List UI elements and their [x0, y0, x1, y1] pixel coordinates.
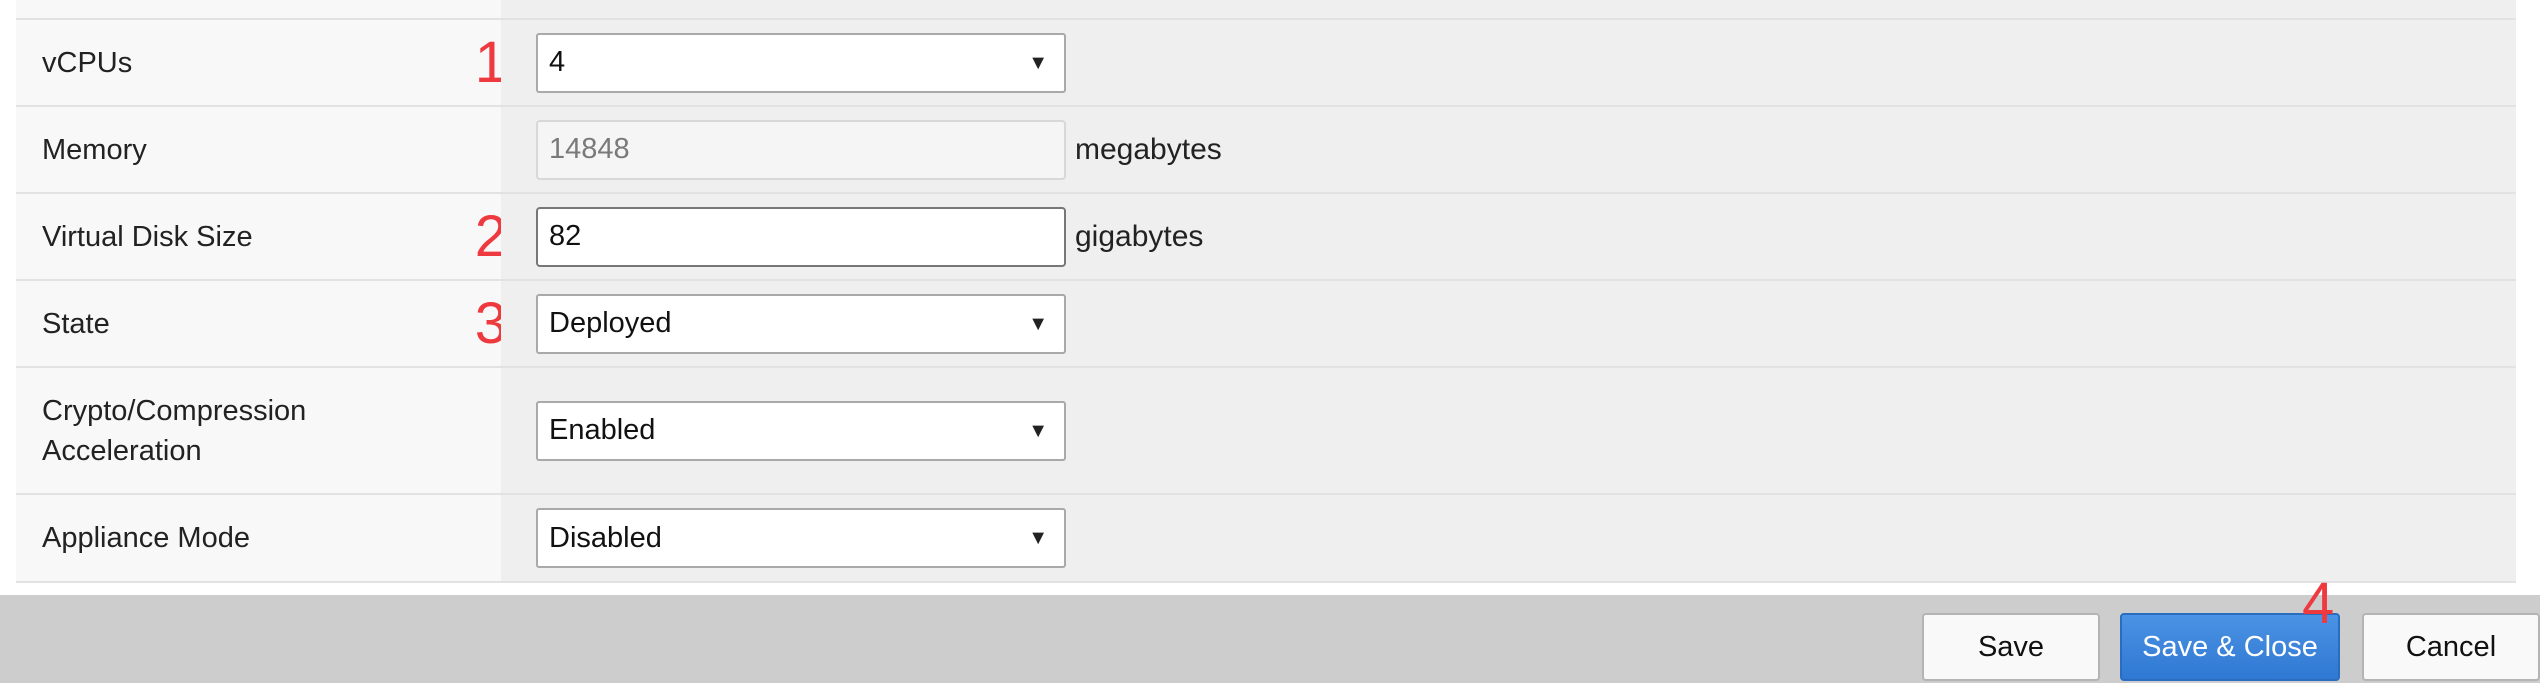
vcpus-select[interactable]: 4 ▼ [536, 32, 1066, 93]
dropdown-arrow-icon: ▼ [1028, 51, 1048, 74]
crypto-selected-value: Enabled [549, 414, 656, 446]
virtual-disk-size-label: Virtual Disk Size [42, 220, 253, 253]
value-cell: Disabled ▼ [501, 495, 2516, 581]
state-select[interactable]: Deployed ▼ [536, 293, 1066, 354]
crypto-compression-acceleration-label: Crypto/Compression Acceleration [42, 391, 362, 471]
value-cell: gigabytes [501, 194, 2516, 279]
label-cell: Crypto/Compression Acceleration [16, 368, 501, 493]
table-row-state: State 3 Deployed ▼ [16, 281, 2516, 368]
settings-form: vCPUs 1 4 ▼ Memory megabytes Virt [0, 0, 2540, 595]
virtual-disk-size-unit: gigabytes [1075, 219, 1204, 253]
save-button[interactable]: Save [1922, 613, 2100, 681]
dropdown-arrow-icon: ▼ [1028, 527, 1048, 549]
dropdown-arrow-icon: ▼ [1028, 312, 1048, 335]
state-label: State [42, 307, 110, 340]
table-row-memory: Memory megabytes [16, 107, 2516, 194]
appliance-mode-label: Appliance Mode [42, 522, 250, 554]
value-cell: 4 ▼ [501, 20, 2516, 105]
label-cell: State 3 [16, 281, 507, 366]
label-cell: Appliance Mode [16, 495, 501, 581]
label-cell: vCPUs 1 [16, 20, 507, 105]
vcpus-label: vCPUs [42, 46, 133, 79]
state-selected-value: Deployed [549, 307, 672, 339]
label-cell [16, 0, 501, 18]
label-cell: Memory [16, 107, 501, 192]
crypto-compression-acceleration-select[interactable]: Enabled ▼ [536, 400, 1066, 461]
appliance-mode-select[interactable]: Disabled ▼ [536, 508, 1066, 568]
dropdown-arrow-icon: ▼ [1028, 419, 1048, 442]
settings-table: vCPUs 1 4 ▼ Memory megabytes Virt [16, 0, 2516, 583]
value-cell [501, 0, 2516, 18]
virtual-disk-size-input[interactable] [536, 206, 1066, 267]
label-cell: Virtual Disk Size 2 [16, 194, 507, 279]
crypto-label-line1: Crypto/Compression [42, 394, 307, 427]
table-row-vcpus: vCPUs 1 4 ▼ [16, 20, 2516, 107]
memory-label: Memory [42, 133, 147, 166]
table-row-crypto-compression-acceleration: Crypto/Compression Acceleration Enabled … [16, 368, 2516, 495]
footer-toolbar: Save Save & Close Cancel 4 [0, 575, 2540, 683]
memory-unit: megabytes [1075, 132, 1222, 166]
crypto-label-line2: Acceleration [42, 434, 202, 467]
memory-input [536, 119, 1066, 180]
step-marker-4: 4 [2302, 571, 2335, 636]
value-cell: Enabled ▼ [501, 368, 2516, 493]
value-cell: megabytes [501, 107, 2516, 192]
appliance-mode-selected-value: Disabled [549, 521, 662, 554]
cancel-button[interactable]: Cancel [2362, 613, 2540, 681]
vcpus-selected-value: 4 [549, 46, 566, 78]
table-row-appliance-mode: Appliance Mode Disabled ▼ [16, 495, 2516, 583]
value-cell: Deployed ▼ [501, 281, 2516, 366]
table-row-virtual-disk-size: Virtual Disk Size 2 gigabytes [16, 194, 2516, 281]
table-top-row [16, 0, 2516, 20]
